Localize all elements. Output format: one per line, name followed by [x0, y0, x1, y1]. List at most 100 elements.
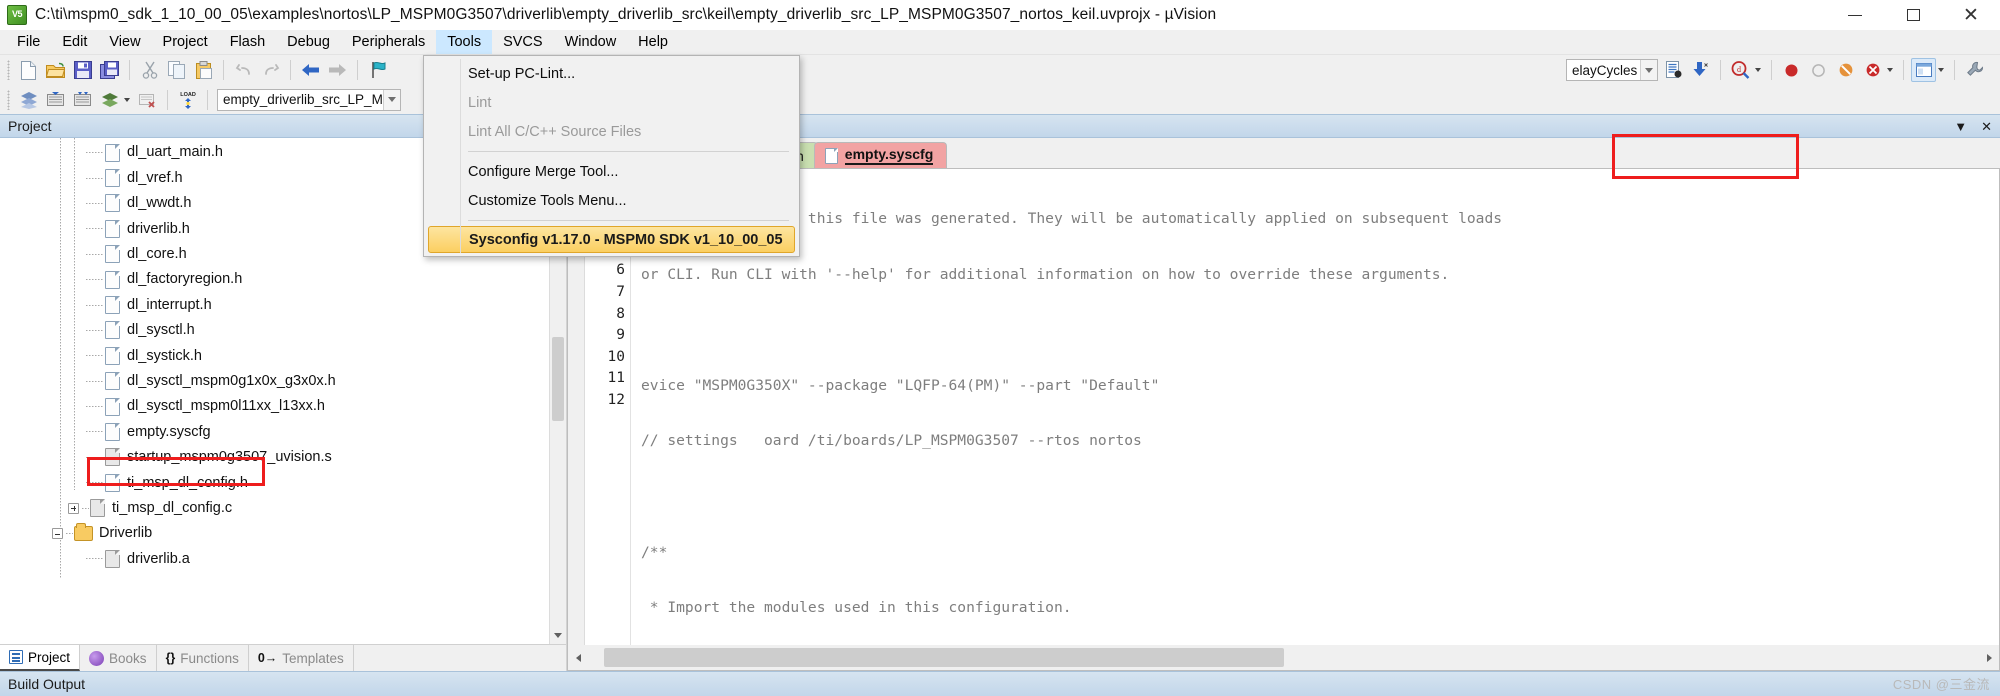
menu-item-customize-tools-menu[interactable]: Customize Tools Menu...	[424, 186, 799, 215]
chevron-down-icon[interactable]	[1755, 68, 1761, 72]
menu-window[interactable]: Window	[554, 30, 628, 54]
kill-breakpoints-icon[interactable]	[1860, 58, 1885, 82]
menu-help[interactable]: Help	[627, 30, 679, 54]
scroll-left-button[interactable]	[568, 645, 588, 670]
copy-icon[interactable]	[164, 58, 189, 82]
uvision-window: V5 C:\ti\mspm0_sdk_1_10_00_05\examples\n…	[0, 0, 2000, 696]
batch-build-icon[interactable]	[70, 88, 95, 112]
save-all-icon[interactable]	[97, 58, 122, 82]
menu-item-sysconfig[interactable]: Sysconfig v1.17.0 - MSPM0 SDK v1_10_00_0…	[428, 226, 795, 253]
bookmark-icon[interactable]	[365, 58, 390, 82]
menu-svcs[interactable]: SVCS	[492, 30, 554, 54]
translate-icon[interactable]	[97, 88, 122, 112]
editor-horizontal-scrollbar[interactable]	[567, 645, 2000, 671]
tree-item[interactable]: dl_systick.h	[0, 343, 549, 368]
file-icon	[105, 270, 120, 289]
cut-icon[interactable]	[137, 58, 162, 82]
chevron-down-icon[interactable]	[1938, 68, 1944, 72]
menu-file[interactable]: File	[6, 30, 51, 54]
tab-templates[interactable]: 0→ Templates	[249, 645, 354, 671]
code-line: * Import the modules used in this config…	[641, 599, 1072, 617]
save-icon[interactable]	[70, 58, 95, 82]
disable-all-breakpoints-icon[interactable]	[1833, 58, 1858, 82]
toolbar-grip[interactable]	[7, 60, 10, 80]
tree-item[interactable]: ti_msp_dl_config.h	[0, 470, 549, 495]
toolbar-separator	[1954, 60, 1955, 80]
line-number: 8	[616, 305, 625, 322]
menu-peripherals[interactable]: Peripherals	[341, 30, 436, 54]
maximize-button[interactable]	[1884, 0, 1942, 30]
collapse-icon[interactable]	[52, 528, 63, 540]
scroll-track[interactable]	[588, 645, 1979, 670]
chevron-down-icon[interactable]	[1887, 68, 1893, 72]
toolbar-separator	[207, 89, 208, 110]
menu-edit[interactable]: Edit	[51, 30, 98, 54]
scroll-right-button[interactable]	[1979, 645, 1999, 670]
tools-dropdown-menu[interactable]: Set-up PC-Lint... Lint Lint All C/C++ So…	[423, 55, 800, 257]
undo-icon[interactable]	[231, 58, 256, 82]
redo-icon[interactable]	[258, 58, 283, 82]
toolbar-separator	[290, 60, 291, 80]
tree-item[interactable]: ti_msp_dl_config.c	[0, 495, 549, 520]
tree-item[interactable]: dl_interrupt.h	[0, 292, 549, 317]
navigate-forward-icon[interactable]	[325, 58, 350, 82]
load-icon[interactable]: LOAD	[175, 88, 200, 112]
navigate-back-icon[interactable]	[298, 58, 323, 82]
chevron-down-icon[interactable]	[124, 97, 130, 102]
file-icon	[105, 194, 120, 213]
menu-view[interactable]: View	[98, 30, 151, 54]
editor-tab-empty-syscfg[interactable]: empty.syscfg	[813, 142, 948, 168]
chevron-down-icon[interactable]	[382, 89, 400, 110]
tree-item[interactable]: dl_sysctl_mspm0l11xx_l13xx.h	[0, 394, 549, 419]
menu-item-setup-pc-lint[interactable]: Set-up PC-Lint...	[424, 59, 799, 88]
menu-tools[interactable]: Tools	[436, 30, 493, 54]
tab-functions[interactable]: {} Functions	[157, 645, 249, 671]
insert-file-icon[interactable]	[1661, 58, 1686, 82]
rebuild-icon[interactable]	[43, 88, 68, 112]
configuration-wizard-icon[interactable]	[1962, 58, 1987, 82]
chevron-down-icon[interactable]: ▼	[1954, 120, 1967, 133]
tree-item[interactable]: dl_sysctl_mspm0g1x0x_g3x0x.h	[0, 369, 549, 394]
menu-item-configure-merge-tool[interactable]: Configure Merge Tool...	[424, 157, 799, 186]
menu-debug[interactable]: Debug	[276, 30, 341, 54]
tree-item-empty-syscfg[interactable]: empty.syscfg	[0, 419, 549, 444]
window-layout-icon[interactable]	[1911, 58, 1936, 82]
target-select[interactable]: empty_driverlib_src_LP_M	[217, 88, 401, 111]
toolbar-grip[interactable]	[7, 89, 10, 110]
file-icon	[105, 422, 120, 441]
menu-project[interactable]: Project	[152, 30, 219, 54]
scroll-thumb[interactable]	[604, 648, 1284, 667]
build-icon[interactable]	[16, 88, 41, 112]
debug-scope-combo[interactable]: elayCycles	[1566, 59, 1658, 81]
build-output-label: Build Output	[8, 676, 86, 692]
breakpoint-icon[interactable]	[1779, 58, 1804, 82]
tab-label: Project	[28, 649, 71, 665]
minimize-button[interactable]	[1826, 0, 1884, 30]
tree-item[interactable]: driverlib.a	[0, 546, 549, 571]
tree-item[interactable]: dl_factoryregion.h	[0, 267, 549, 292]
debug-session-icon[interactable]: d	[1728, 58, 1753, 82]
tree-item-label: driverlib.a	[127, 550, 190, 567]
close-icon[interactable]: ✕	[1981, 120, 1992, 133]
scroll-down-button[interactable]	[550, 627, 566, 644]
paste-icon[interactable]	[191, 58, 216, 82]
expand-icon[interactable]	[68, 502, 79, 514]
line-number: 6	[616, 262, 625, 279]
disable-breakpoint-icon[interactable]	[1806, 58, 1831, 82]
code-text[interactable]: hts were used when this file was generat…	[631, 169, 1999, 645]
tree-item-driverlib-folder[interactable]: Driverlib	[0, 521, 549, 546]
tab-project[interactable]: Project	[0, 645, 81, 671]
tree-item[interactable]: startup_mspm0g3507_uvision.s	[0, 445, 549, 470]
menu-flash[interactable]: Flash	[219, 30, 276, 54]
stop-build-icon[interactable]	[135, 88, 160, 112]
chevron-down-icon[interactable]	[1640, 60, 1657, 80]
tree-item[interactable]: dl_sysctl.h	[0, 318, 549, 343]
new-file-icon[interactable]	[16, 58, 41, 82]
download-icon[interactable]	[1688, 58, 1713, 82]
tab-books[interactable]: Books	[80, 645, 157, 671]
close-button[interactable]: ✕	[1942, 0, 2000, 30]
open-file-icon[interactable]	[43, 58, 68, 82]
line-number: 12	[607, 391, 625, 408]
scroll-thumb[interactable]	[552, 337, 564, 421]
toolbar-separator	[1903, 60, 1904, 80]
